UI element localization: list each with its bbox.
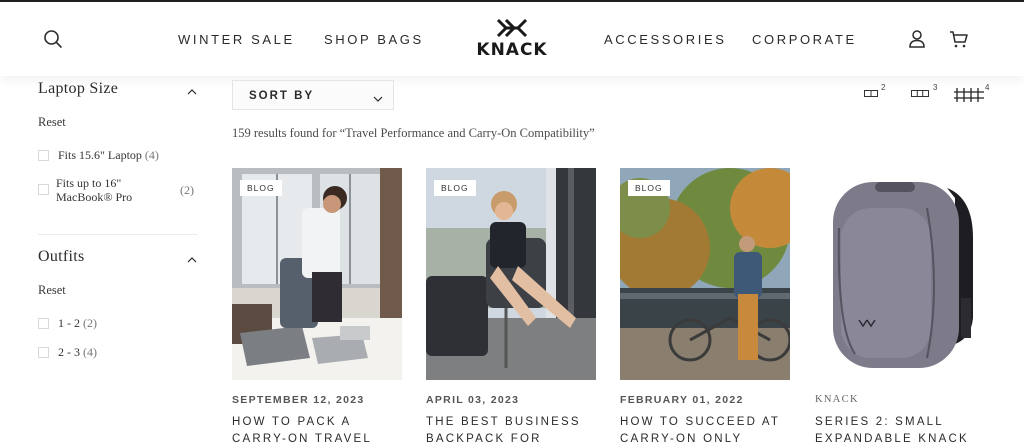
account-icon[interactable] bbox=[906, 28, 928, 50]
knack-logo[interactable]: KNACK bbox=[462, 16, 562, 64]
grid-2-icon bbox=[864, 90, 878, 97]
grid-4-columns-button[interactable]: 4 bbox=[954, 83, 992, 102]
product-card[interactable]: BLOG FEBRUARY 01, 2022 HOW TO SUCCEED AT… bbox=[620, 168, 790, 442]
filter-option-outfits-1-2[interactable]: 1 - 2 (2) bbox=[38, 316, 198, 332]
product-card[interactable]: BLOG SEPTEMBER 12, 2023 HOW TO PACK A CA… bbox=[232, 168, 402, 442]
product-image[interactable]: BLOG bbox=[232, 168, 402, 380]
checkbox[interactable] bbox=[38, 318, 49, 329]
nav-shop-bags[interactable]: SHOP BAGS bbox=[324, 32, 424, 47]
option-count: (4) bbox=[144, 148, 159, 162]
grid-3-columns-button[interactable]: 3 bbox=[911, 83, 941, 101]
product-image[interactable] bbox=[815, 168, 985, 380]
post-date: SEPTEMBER 12, 2023 bbox=[232, 394, 365, 406]
option-label: Fits 15.6" Laptop (4) bbox=[58, 148, 159, 162]
sort-by-dropdown[interactable]: SORT BY bbox=[232, 80, 394, 110]
option-count: (2) bbox=[83, 316, 97, 330]
filter-option-outfits-2-3[interactable]: 2 - 3 (4) bbox=[38, 345, 198, 361]
blog-badge: BLOG bbox=[434, 180, 476, 196]
option-count: (2) bbox=[180, 183, 194, 197]
checkbox[interactable] bbox=[38, 184, 49, 195]
product-image[interactable]: BLOG bbox=[426, 168, 596, 380]
product-image[interactable]: BLOG bbox=[620, 168, 790, 380]
product-card[interactable]: BLOG APRIL 03, 2023 THE BEST BUSINESS BA… bbox=[426, 168, 596, 442]
nav-winter-sale[interactable]: WINTER SALE bbox=[178, 32, 295, 47]
product-card[interactable]: KNACK SERIES 2: SMALL EXPANDABLE KNACK bbox=[815, 168, 985, 442]
reset-outfits[interactable]: Reset bbox=[38, 283, 66, 298]
product-title[interactable]: HOW TO PACK A CARRY-ON TRAVEL bbox=[232, 414, 408, 442]
grid-3-label: 3 bbox=[933, 83, 938, 92]
sort-by-label: SORT BY bbox=[249, 90, 315, 102]
grid-2-label: 2 bbox=[881, 83, 886, 92]
results-count-text: 159 results found for “Travel Performanc… bbox=[232, 126, 595, 140]
product-title[interactable]: HOW TO SUCCEED AT CARRY-ON ONLY bbox=[620, 414, 796, 442]
option-label: 2 - 3 (4) bbox=[58, 345, 97, 359]
checkbox[interactable] bbox=[38, 347, 49, 358]
chevron-up-icon[interactable] bbox=[187, 252, 197, 263]
grid-2-columns-button[interactable]: 2 bbox=[864, 83, 890, 101]
grid-4-label: 4 bbox=[985, 83, 990, 92]
grid-4-icon bbox=[954, 88, 984, 102]
filter-title-outfits[interactable]: Outfits bbox=[38, 248, 85, 266]
product-title[interactable]: SERIES 2: SMALL EXPANDABLE KNACK bbox=[815, 414, 991, 442]
blog-badge: BLOG bbox=[628, 180, 670, 196]
grid-3-icon bbox=[911, 90, 929, 97]
option-label: 1 - 2 (2) bbox=[58, 316, 97, 330]
chevron-down-icon bbox=[373, 91, 383, 102]
nav-corporate[interactable]: CORPORATE bbox=[752, 32, 857, 47]
reset-laptop-size[interactable]: Reset bbox=[38, 115, 66, 130]
logo-wordmark: KNACK bbox=[476, 40, 548, 60]
post-date: APRIL 03, 2023 bbox=[426, 394, 520, 406]
filter-option-fits-16-macbook[interactable]: Fits up to 16" MacBook® Pro (2) bbox=[38, 176, 198, 206]
chevron-up-icon[interactable] bbox=[187, 84, 197, 95]
knack-logo-mark bbox=[496, 18, 528, 38]
post-date: FEBRUARY 01, 2022 bbox=[620, 394, 744, 406]
nav-accessories[interactable]: ACCESSORIES bbox=[604, 32, 727, 47]
product-vendor: KNACK bbox=[815, 394, 859, 405]
option-count: (4) bbox=[83, 345, 97, 359]
site-header: WINTER SALE SHOP BAGS KNACK ACCESSORIES … bbox=[0, 0, 1024, 76]
filter-divider bbox=[38, 234, 198, 235]
filter-option-fits-15-6[interactable]: Fits 15.6" Laptop (4) bbox=[38, 148, 198, 164]
cart-icon[interactable] bbox=[948, 28, 970, 50]
search-icon[interactable] bbox=[42, 28, 64, 50]
blog-badge: BLOG bbox=[240, 180, 282, 196]
checkbox[interactable] bbox=[38, 150, 49, 161]
option-label: Fits up to 16" MacBook® Pro bbox=[56, 176, 133, 204]
product-title[interactable]: THE BEST BUSINESS BACKPACK FOR bbox=[426, 414, 602, 442]
filter-title-laptop-size[interactable]: Laptop Size bbox=[38, 80, 118, 98]
